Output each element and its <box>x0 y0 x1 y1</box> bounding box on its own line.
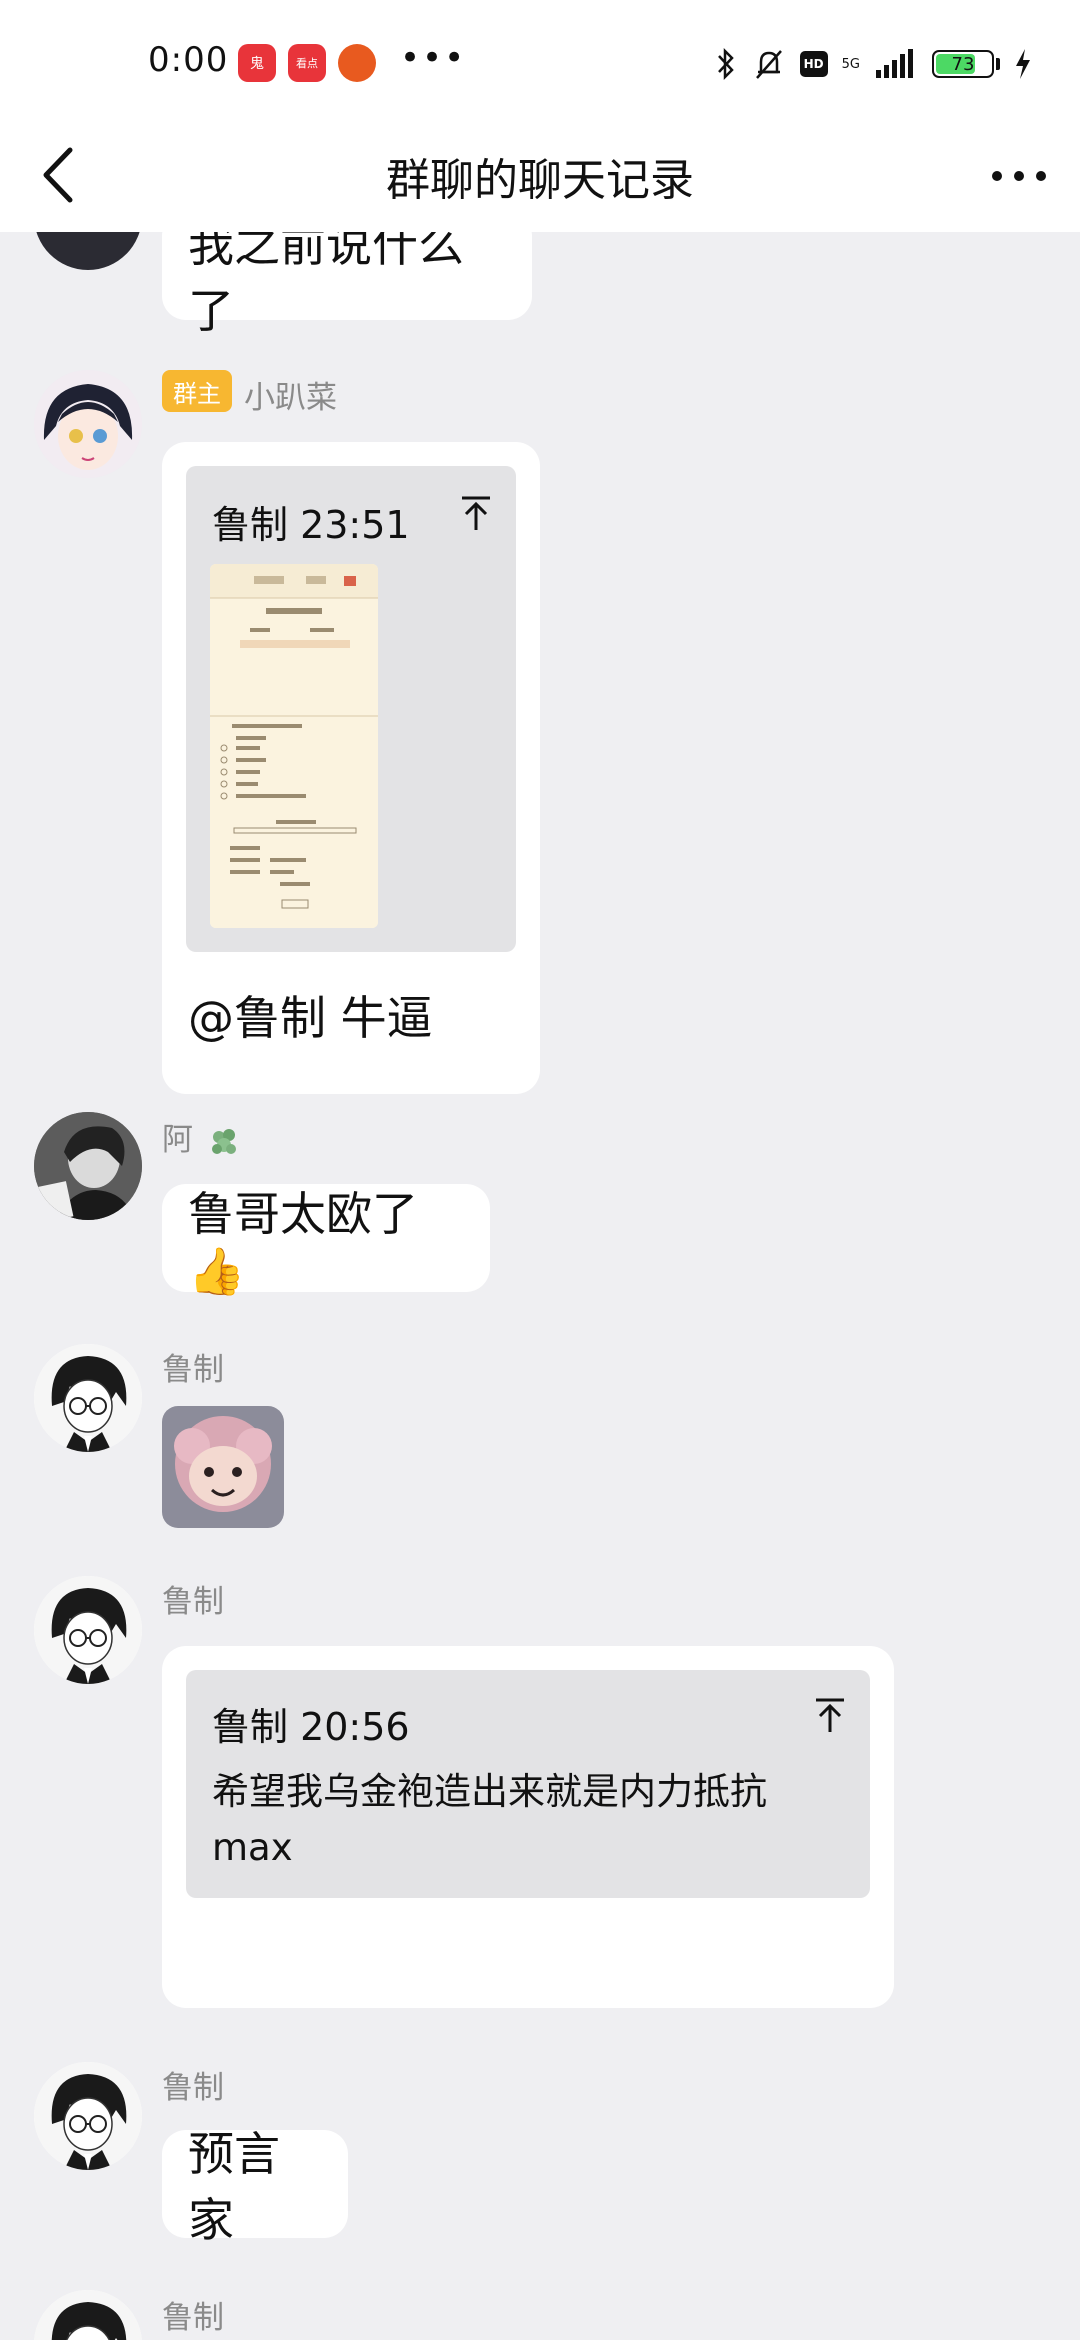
owner-badge-label: 群主 <box>173 379 221 408</box>
mobile-network: 5G <box>842 58 860 71</box>
charging-icon <box>1016 49 1030 79</box>
plant-emoji-icon <box>211 1128 236 1154</box>
ellipsis-icon <box>992 171 1046 181</box>
battery-cap <box>996 58 1000 70</box>
battery-level: 73 <box>951 53 975 75</box>
avatar[interactable] <box>34 2062 142 2170</box>
jump-to-original-icon[interactable] <box>456 494 496 534</box>
message-bubble[interactable]: 鲁制 23:51 @鲁制 牛逼 <box>162 442 540 1094</box>
sender-name[interactable]: 鲁制 <box>162 2292 224 2337</box>
sticker-image[interactable] <box>162 1406 284 1528</box>
quoted-message[interactable]: 鲁制 20:56 希望我乌金袍造出来就是内力抵抗 max <box>186 1670 870 1898</box>
app-badge-label: 鬼 <box>250 56 264 72</box>
quoted-image-thumbnail[interactable] <box>210 564 378 928</box>
more-notifications-icon: ••• <box>400 38 467 78</box>
sender-name[interactable]: 小趴菜 <box>244 372 337 417</box>
jump-to-original-icon[interactable] <box>810 1696 850 1736</box>
more-options-button[interactable] <box>984 146 1054 206</box>
sender-name[interactable]: 鲁制 <box>162 1576 224 1621</box>
mute-bell-icon <box>755 50 782 79</box>
avatar[interactable] <box>34 1112 142 1220</box>
news-app-label: 看点 <box>296 57 318 70</box>
manga-boy-avatar-icon <box>34 2290 142 2340</box>
quote-author-time: 鲁制 23:51 <box>212 503 410 547</box>
quoted-text-line-2: max <box>212 1826 293 1869</box>
nav-bar: 群聊的聊天记录 <box>0 120 1080 232</box>
signal-icon <box>876 49 913 78</box>
message-bubble[interactable]: 鲁制 20:56 希望我乌金袍造出来就是内力抵抗 max <box>162 1646 894 2008</box>
system-icons: HD 5G 73 <box>714 44 1032 84</box>
quote-author-time: 鲁制 20:56 <box>212 1705 410 1749</box>
manga-boy-avatar-icon <box>34 1344 142 1452</box>
pumpkin-app-icon <box>338 44 376 82</box>
group-owner-badge: 群主 <box>162 370 232 412</box>
sender-name[interactable]: 鲁制 <box>162 2062 224 2107</box>
message-text: 我之前说什么了 <box>188 232 464 338</box>
avatar[interactable] <box>34 2290 142 2340</box>
message-text: 预言家 <box>188 2127 280 2247</box>
clock: 0:00 <box>148 40 229 80</box>
page-title: 群聊的聊天记录 <box>386 155 694 206</box>
sender-name-text: 阿 <box>162 1122 193 1158</box>
chat-history[interactable]: 我之前说什么了 群主 小趴菜 鲁制 23:51 @鲁制 牛逼 阿 鲁哥太欧了👍 … <box>0 232 1080 2340</box>
message-text: 鲁哥太欧了👍 <box>188 1186 418 1298</box>
bluetooth-icon <box>717 47 734 81</box>
quoted-message[interactable]: 鲁制 23:51 <box>186 466 516 952</box>
message-bubble[interactable]: 我之前说什么了 <box>162 232 532 338</box>
quoted-text-line-1: 希望我乌金袍造出来就是内力抵抗 <box>212 1770 767 1813</box>
news-app-icon: 看点 <box>288 44 326 82</box>
avatar[interactable] <box>34 1576 142 1684</box>
sender-name[interactable]: 鲁制 <box>162 1344 224 1389</box>
manga-boy-avatar-icon <box>34 1576 142 1684</box>
network-type: 5G <box>841 56 860 72</box>
sender-name[interactable]: 阿 <box>162 1114 241 1159</box>
hd-voice-icon: HD <box>799 51 828 77</box>
manga-boy-avatar-icon <box>34 2062 142 2170</box>
anime-avatar-icon <box>34 370 142 478</box>
avatar[interactable] <box>34 1344 142 1452</box>
status-bar: 0:00 鬼 看点 ••• HD 5G 73 <box>0 0 1080 120</box>
sticker-face-image <box>162 1406 284 1528</box>
message-text: @鲁制 牛逼 <box>188 991 433 1045</box>
battery-icon: 73 <box>932 50 994 78</box>
message-bubble[interactable]: 鲁哥太欧了👍 <box>162 1184 490 1298</box>
avatar[interactable] <box>34 232 142 270</box>
message-bubble[interactable]: 预言家 <box>162 2127 348 2247</box>
avatar[interactable] <box>34 370 142 478</box>
grayscale-photo-avatar-icon <box>34 1112 142 1220</box>
app-notification-icon: 鬼 <box>238 44 276 82</box>
screenshot-thumbnail-image <box>210 564 378 928</box>
